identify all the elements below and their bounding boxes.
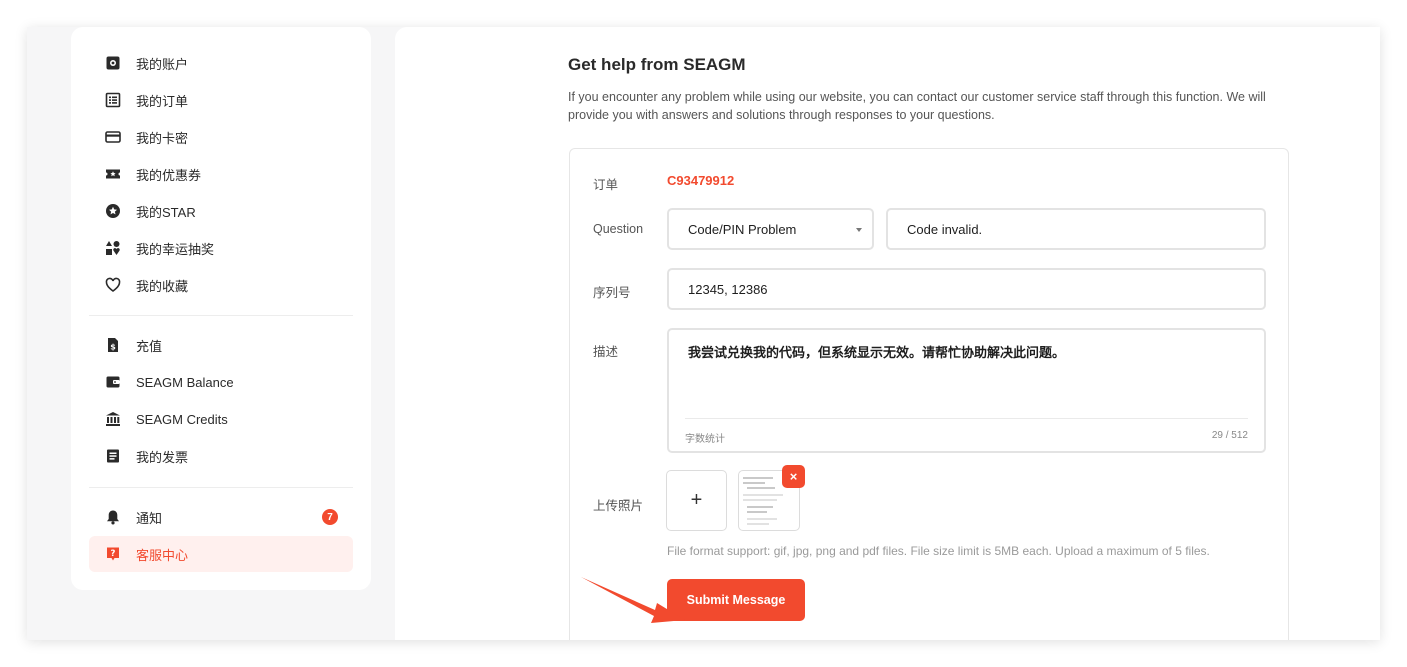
file-format-note: File format support: gif, jpg, png and p… (667, 544, 1210, 558)
sidebar-divider (89, 487, 353, 488)
serial-label: 序列号 (593, 286, 631, 300)
main-content: Get help from SEAGM If you encounter any… (395, 27, 1380, 640)
account-icon (105, 55, 121, 71)
question-label: Question (593, 222, 644, 236)
heart-icon (105, 277, 121, 293)
question-select-value: Code/PIN Problem (688, 222, 797, 237)
description-textarea[interactable]: 我尝试兑换我的代码，但系统显示无效。请帮忙协助解决此问题。 字数统计 29 / … (667, 328, 1266, 453)
svg-text:?: ? (111, 549, 116, 559)
description-value: 我尝试兑换我的代码，但系统显示无效。请帮忙协助解决此问题。 (688, 345, 1066, 360)
sidebar-item-label: 我的账户 (136, 56, 189, 72)
sidebar-item-topup[interactable]: $ 充值 (89, 327, 353, 363)
annotation-arrow-icon (581, 577, 685, 623)
sidebar-item-label: 我的优惠券 (136, 167, 202, 183)
bell-icon (105, 509, 121, 525)
sidebar-item-cards[interactable]: 我的卡密 (89, 119, 353, 155)
question-detail-value: Code invalid. (907, 222, 983, 237)
page-intro: If you encounter any problem while using… (568, 90, 1266, 122)
sidebar-item-favorites[interactable]: 我的收藏 (89, 267, 353, 303)
document-dollar-icon: $ (105, 337, 121, 353)
shapes-icon (105, 240, 121, 256)
sidebar-item-seagm-credits[interactable]: SEAGM Credits (89, 401, 353, 437)
order-number: C93479912 (667, 173, 735, 188)
serial-field[interactable]: 12345, 12386 (667, 268, 1266, 310)
question-select[interactable]: Code/PIN Problem (667, 208, 874, 250)
plus-icon: + (690, 489, 703, 511)
serial-value: 12345, 12386 (688, 282, 768, 297)
notification-count-badge: 7 (322, 509, 338, 525)
orders-icon (105, 92, 121, 108)
svg-text:$: $ (110, 343, 116, 352)
invoice-icon (105, 448, 121, 464)
app-frame: 我的账户 我的订单 我的卡密 我的优惠券 我的STAR 我的幸运抽奖 我的收藏 … (27, 27, 1380, 640)
sidebar-item-label: 客服中心 (136, 547, 189, 563)
description-label: 描述 (593, 345, 619, 359)
wallet-icon (105, 374, 121, 390)
question-detail-field[interactable]: Code invalid. (886, 208, 1266, 250)
sidebar-divider (89, 315, 353, 316)
support-form: 订单 C93479912 Question Code/PIN Problem C… (569, 148, 1289, 640)
sidebar-item-label: 我的STAR (136, 204, 196, 220)
sidebar-item-lucky-draw[interactable]: 我的幸运抽奖 (89, 230, 353, 266)
sidebar-item-help-center[interactable]: ? 客服中心 (89, 536, 353, 572)
page-title: Get help from SEAGM (568, 55, 746, 74)
ticket-icon (105, 166, 121, 182)
sidebar-item-label: SEAGM Balance (136, 374, 234, 390)
sidebar-item-label: SEAGM Credits (136, 411, 228, 427)
upload-label: 上传照片 (593, 499, 644, 513)
order-label: 订单 (593, 178, 619, 192)
card-icon (105, 129, 121, 145)
sidebar-item-label: 我的发票 (136, 449, 189, 465)
star-icon (105, 203, 121, 219)
remove-image-button[interactable]: × (782, 465, 805, 488)
chevron-down-icon (856, 228, 862, 232)
sidebar-item-coupons[interactable]: 我的优惠券 (89, 156, 353, 192)
sidebar-item-invoices[interactable]: 我的发票 (89, 438, 353, 474)
sidebar-item-label: 我的订单 (136, 93, 189, 109)
sidebar-item-orders[interactable]: 我的订单 (89, 82, 353, 118)
close-icon: × (789, 469, 798, 484)
word-count: 29 / 512 (1211, 430, 1248, 441)
bank-icon (105, 411, 121, 427)
sidebar-item-seagm-balance[interactable]: SEAGM Balance (89, 364, 353, 400)
sidebar-item-label: 通知 (136, 510, 163, 526)
help-icon: ? (105, 546, 121, 562)
sidebar-item-star[interactable]: 我的STAR (89, 193, 353, 229)
sidebar-item-label: 我的卡密 (136, 130, 189, 146)
sidebar: 我的账户 我的订单 我的卡密 我的优惠券 我的STAR 我的幸运抽奖 我的收藏 … (71, 27, 371, 590)
sidebar-item-label: 充值 (136, 338, 163, 354)
sidebar-item-label: 我的收藏 (136, 278, 189, 294)
word-count-label: 字数统计 (685, 434, 725, 445)
sidebar-item-account[interactable]: 我的账户 (89, 45, 353, 81)
description-divider (685, 418, 1248, 419)
sidebar-item-notifications[interactable]: 通知 7 (89, 499, 353, 535)
upload-button[interactable]: + (666, 470, 727, 531)
sidebar-item-label: 我的幸运抽奖 (136, 241, 215, 257)
